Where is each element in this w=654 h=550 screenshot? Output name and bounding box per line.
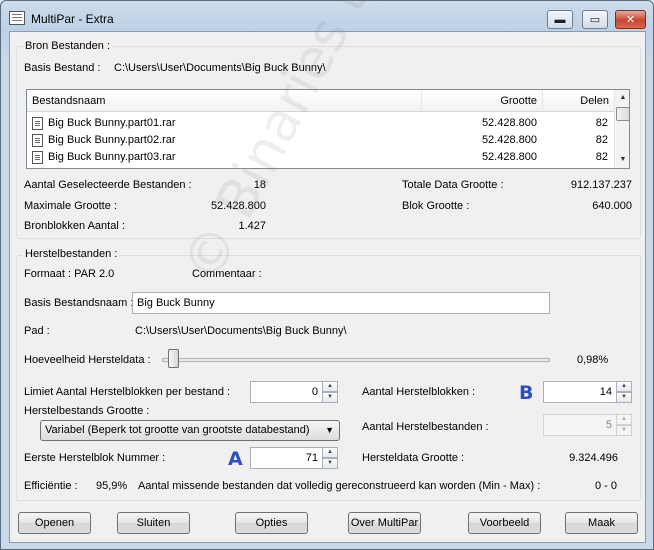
row-filename: Big Buck Bunny.part02.rar (48, 134, 176, 146)
close-button[interactable]: Sluiten (117, 512, 190, 534)
annotation-b: B (519, 382, 534, 404)
recovery-data-size-label: Hersteldata Grootte : (362, 452, 465, 464)
row-parts: 82 (595, 117, 608, 129)
total-data-size-value: 912.137.237 (570, 179, 632, 191)
spin-down-icon[interactable]: ▼ (322, 458, 338, 469)
first-block-value[interactable]: 71 (250, 447, 323, 469)
column-header-parts[interactable]: Delen (543, 90, 614, 112)
spin-up-icon[interactable]: ▲ (322, 381, 338, 392)
total-data-size-label: Totale Data Grootte : (402, 179, 504, 191)
table-scrollbar[interactable]: ▲ ▼ (614, 90, 629, 168)
recovery-data-size-value: 9.324.496 (569, 452, 618, 464)
spin-down-icon: ▼ (616, 425, 632, 436)
chevron-down-icon: ▼ (325, 425, 334, 435)
scroll-thumb[interactable] (616, 107, 629, 121)
row-filename: Big Buck Bunny.part03.rar (48, 151, 176, 163)
file-icon (32, 117, 43, 130)
scroll-up-icon[interactable]: ▲ (615, 90, 629, 106)
multipar-window: MultiPar - Extra ▬ ▭ ✕ Bron Bestanden : … (0, 0, 654, 550)
file-icon (32, 134, 43, 147)
recovery-amount-label: Hoeveelheid Hersteldata : (24, 354, 151, 366)
base-file-label: Basis Bestand : (24, 62, 101, 74)
selected-files-label: Aantal Geselecteerde Bestanden : (24, 179, 192, 191)
source-files-table[interactable]: Bestandsnaam Grootte Delen Big Buck Bunn… (26, 89, 630, 169)
efficiency-value: 95,9% (96, 480, 128, 492)
base-name-input[interactable]: Big Buck Bunny (132, 292, 550, 314)
options-button[interactable]: Opties (235, 512, 308, 534)
column-header-size[interactable]: Grootte (422, 90, 543, 112)
recovery-files-value: 5 (543, 414, 617, 436)
spin-up-icon: ▲ (616, 414, 632, 425)
source-blocks-label: Bronblokken Aantal : (24, 220, 125, 232)
limit-blocks-value[interactable]: 0 (250, 381, 323, 403)
spin-up-icon[interactable]: ▲ (322, 447, 338, 458)
recovery-blocks-label: Aantal Herstelblokken : (362, 386, 476, 398)
recovery-blocks-value[interactable]: 14 (543, 381, 617, 403)
title-bar[interactable]: MultiPar - Extra ▬ ▭ ✕ (1, 1, 653, 31)
recovery-files-group-label: Herstelbestanden : (23, 248, 120, 260)
row-parts: 82 (595, 151, 608, 163)
about-button[interactable]: Over MultiPar (348, 512, 421, 534)
file-size-dropdown[interactable]: Variabel (Beperk tot grootte van grootst… (40, 420, 340, 441)
row-size: 52.428.800 (481, 117, 537, 129)
column-header-filename[interactable]: Bestandsnaam (27, 90, 422, 112)
minimize-button[interactable]: ▬ (547, 10, 573, 29)
open-button[interactable]: Openen (18, 512, 91, 534)
missing-files-label: Aantal missende bestanden dat volledig g… (138, 480, 541, 492)
recovery-amount-value: 0,98% (577, 354, 609, 366)
efficiency-label: Efficiëntie : (24, 480, 78, 492)
app-icon (9, 11, 25, 25)
scroll-down-icon[interactable]: ▼ (615, 152, 629, 168)
base-name-label: Basis Bestandsnaam : (24, 297, 134, 309)
recovery-amount-slider-thumb[interactable] (167, 349, 179, 368)
maximize-button[interactable]: ▭ (582, 10, 608, 29)
make-button[interactable]: Maak (565, 512, 638, 534)
first-block-label: Eerste Herstelblok Nummer : (24, 452, 166, 464)
block-size-value: 640.000 (592, 200, 632, 212)
row-parts: 82 (595, 134, 608, 146)
source-blocks-value: 1.427 (238, 220, 266, 232)
window-title: MultiPar - Extra (31, 12, 114, 26)
row-size: 52.428.800 (481, 134, 537, 146)
spin-up-icon[interactable]: ▲ (616, 381, 632, 392)
table-row[interactable]: Big Buck Bunny.part03.rar 52.428.800 82 (27, 149, 614, 166)
recovery-files-label: Aantal Herstelbestanden : (362, 421, 489, 433)
file-size-label: Herstelbestands Grootte : (24, 405, 150, 417)
close-window-button[interactable]: ✕ (615, 10, 646, 29)
path-label: Pad : (24, 325, 50, 337)
annotation-a: A (228, 448, 243, 470)
file-size-selected: Variabel (Beperk tot grootte van grootst… (45, 424, 310, 436)
missing-files-value: 0 - 0 (595, 480, 618, 492)
dialog-client-area: Bron Bestanden : Basis Bestand : C:\User… (9, 0, 646, 543)
preview-button[interactable]: Voorbeeld (468, 512, 541, 534)
base-file-value: C:\Users\User\Documents\Big Buck Bunny\ (114, 62, 326, 74)
row-filename: Big Buck Bunny.part01.rar (48, 117, 176, 129)
max-size-label: Maximale Grootte : (24, 200, 117, 212)
limit-blocks-label: Limiet Aantal Herstelblokken per bestand… (24, 386, 231, 398)
recovery-amount-slider-track[interactable] (162, 358, 550, 362)
table-row[interactable]: Big Buck Bunny.part02.rar 52.428.800 82 (27, 132, 614, 149)
table-header: Bestandsnaam Grootte Delen (27, 90, 614, 112)
selected-files-value: 18 (253, 179, 266, 191)
max-size-value: 52.428.800 (210, 200, 266, 212)
table-row[interactable]: Big Buck Bunny.part01.rar 52.428.800 82 (27, 115, 614, 132)
format-label: Formaat : PAR 2.0 (24, 268, 115, 280)
comment-label: Commentaar : (192, 268, 262, 280)
file-icon (32, 151, 43, 164)
spin-down-icon[interactable]: ▼ (322, 392, 338, 403)
row-size: 52.428.800 (481, 151, 537, 163)
block-size-label: Blok Grootte : (402, 200, 470, 212)
source-files-group-label: Bron Bestanden : (23, 40, 113, 52)
spin-down-icon[interactable]: ▼ (616, 392, 632, 403)
path-value: C:\Users\User\Documents\Big Buck Bunny\ (135, 325, 347, 337)
